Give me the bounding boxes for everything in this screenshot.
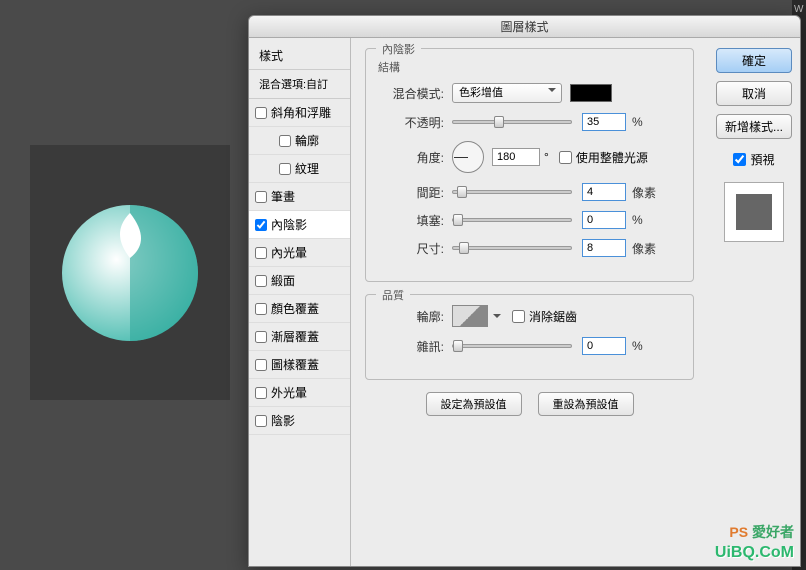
size-label: 尺寸: xyxy=(378,240,444,257)
watermark-top: PS 愛好者 xyxy=(729,522,794,542)
dialog-right-panel: 確定 取消 新增樣式... 預視 xyxy=(708,38,800,566)
style-item-3[interactable]: 筆畫 xyxy=(249,183,350,211)
style-label: 內光暈 xyxy=(271,244,307,261)
section-title: 內陰影 xyxy=(376,41,421,57)
quality-fieldset: 品質 輪廓: 消除鋸齒 雜訊: % xyxy=(365,294,694,380)
choke-slider[interactable] xyxy=(452,218,572,222)
new-style-button[interactable]: 新增樣式... xyxy=(716,114,792,139)
style-item-10[interactable]: 外光暈 xyxy=(249,379,350,407)
styles-list-panel: 樣式 混合選項:自訂 斜角和浮雕輪廓紋理筆畫內陰影內光暈緞面顏色覆蓋漸層覆蓋圖樣… xyxy=(249,38,351,566)
style-checkbox[interactable] xyxy=(255,219,267,231)
size-unit: 像素 xyxy=(632,240,656,257)
style-checkbox[interactable] xyxy=(255,191,267,203)
noise-slider[interactable] xyxy=(452,344,572,348)
canvas-artwork xyxy=(60,203,200,343)
size-input[interactable] xyxy=(582,239,626,257)
structure-title: 結構 xyxy=(378,59,681,75)
ok-button[interactable]: 確定 xyxy=(716,48,792,73)
choke-label: 填塞: xyxy=(378,212,444,229)
style-checkbox[interactable] xyxy=(279,135,291,147)
blend-mode-select[interactable]: 色彩增值 xyxy=(452,83,562,103)
distance-unit: 像素 xyxy=(632,184,656,201)
style-item-7[interactable]: 顏色覆蓋 xyxy=(249,295,350,323)
blend-mode-label: 混合模式: xyxy=(378,85,444,102)
style-item-6[interactable]: 緞面 xyxy=(249,267,350,295)
choke-input[interactable] xyxy=(582,211,626,229)
style-label: 斜角和浮雕 xyxy=(271,104,331,121)
noise-input[interactable] xyxy=(582,337,626,355)
preview-checkbox[interactable]: 預視 xyxy=(733,151,774,168)
contour-label: 輪廓: xyxy=(378,308,444,325)
size-slider[interactable] xyxy=(452,246,572,250)
preview-swatch xyxy=(736,194,772,230)
quality-title: 品質 xyxy=(376,287,410,303)
style-checkbox[interactable] xyxy=(255,107,267,119)
cancel-button[interactable]: 取消 xyxy=(716,81,792,106)
style-label: 紋理 xyxy=(295,160,319,177)
opacity-label: 不透明: xyxy=(378,114,444,131)
blending-options[interactable]: 混合選項:自訂 xyxy=(249,70,350,99)
style-label: 漸層覆蓋 xyxy=(271,328,319,345)
choke-unit: % xyxy=(632,213,643,227)
settings-panel: 內陰影 結構 混合模式: 色彩增值 不透明: % 角度: xyxy=(351,38,708,566)
global-light-checkbox[interactable]: 使用整體光源 xyxy=(559,149,648,166)
angle-dial[interactable] xyxy=(452,141,484,173)
style-label: 緞面 xyxy=(271,272,295,289)
style-label: 顏色覆蓋 xyxy=(271,300,319,317)
opacity-slider[interactable] xyxy=(452,120,572,124)
style-item-4[interactable]: 內陰影 xyxy=(249,211,350,239)
style-item-0[interactable]: 斜角和浮雕 xyxy=(249,99,350,127)
style-label: 內陰影 xyxy=(271,216,307,233)
canvas-area xyxy=(30,145,230,400)
watermark-bottom: UiBQ.CoM xyxy=(715,544,794,562)
opacity-unit: % xyxy=(632,115,643,129)
layer-style-dialog: 圖層樣式 樣式 混合選項:自訂 斜角和浮雕輪廓紋理筆畫內陰影內光暈緞面顏色覆蓋漸… xyxy=(248,15,801,567)
style-item-8[interactable]: 漸層覆蓋 xyxy=(249,323,350,351)
distance-label: 間距: xyxy=(378,184,444,201)
angle-unit: ° xyxy=(544,150,549,164)
style-checkbox[interactable] xyxy=(255,275,267,287)
style-checkbox[interactable] xyxy=(255,359,267,371)
style-item-1[interactable]: 輪廓 xyxy=(249,127,350,155)
preview-box xyxy=(724,182,784,242)
style-item-9[interactable]: 圖樣覆蓋 xyxy=(249,351,350,379)
noise-unit: % xyxy=(632,339,643,353)
style-item-2[interactable]: 紋理 xyxy=(249,155,350,183)
style-label: 輪廓 xyxy=(295,132,319,149)
dialog-title: 圖層樣式 xyxy=(249,16,800,38)
style-checkbox[interactable] xyxy=(255,387,267,399)
distance-slider[interactable] xyxy=(452,190,572,194)
shadow-color-swatch[interactable] xyxy=(570,84,612,102)
style-checkbox[interactable] xyxy=(279,163,291,175)
style-checkbox[interactable] xyxy=(255,415,267,427)
style-item-11[interactable]: 陰影 xyxy=(249,407,350,435)
opacity-input[interactable] xyxy=(582,113,626,131)
style-checkbox[interactable] xyxy=(255,247,267,259)
styles-header[interactable]: 樣式 xyxy=(249,42,350,70)
antialias-checkbox[interactable]: 消除鋸齒 xyxy=(512,308,577,325)
make-default-button[interactable]: 設定為預設值 xyxy=(426,392,522,416)
angle-input[interactable] xyxy=(492,148,540,166)
angle-label: 角度: xyxy=(378,149,444,166)
style-checkbox[interactable] xyxy=(255,303,267,315)
distance-input[interactable] xyxy=(582,183,626,201)
style-checkbox[interactable] xyxy=(255,331,267,343)
style-label: 圖樣覆蓋 xyxy=(271,356,319,373)
style-label: 筆畫 xyxy=(271,188,295,205)
reset-default-button[interactable]: 重設為預設值 xyxy=(538,392,634,416)
noise-label: 雜訊: xyxy=(378,338,444,355)
style-item-5[interactable]: 內光暈 xyxy=(249,239,350,267)
style-label: 外光暈 xyxy=(271,384,307,401)
contour-picker[interactable] xyxy=(452,305,488,327)
style-label: 陰影 xyxy=(271,412,295,429)
inner-shadow-fieldset: 內陰影 結構 混合模式: 色彩增值 不透明: % 角度: xyxy=(365,48,694,282)
